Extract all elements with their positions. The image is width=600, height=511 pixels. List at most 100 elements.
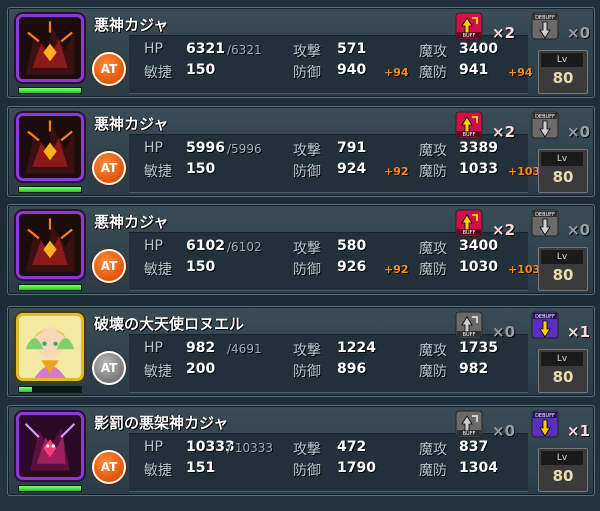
level-value: 80 [552, 69, 574, 87]
debuff-icon[interactable]: DEBUFF [531, 410, 565, 438]
svg-text:BUFF: BUFF [463, 431, 476, 437]
level-value: 80 [552, 168, 574, 186]
spd-label: 敏捷 [144, 164, 172, 180]
unit-list: 悪神カジャ AT HP 6321 /6321 敏捷 150 攻撃 571 防御 … [0, 0, 600, 511]
hp-value: 5996 [186, 140, 225, 156]
stat-panel: HP 10333 / 10333 敏捷 151 攻撃 472 防御 1790 魔… [129, 433, 528, 492]
debuff-icon[interactable]: DEBUFF [531, 111, 565, 139]
level-box: Lv 80 [538, 247, 588, 291]
buff-count: ×2 [492, 221, 516, 239]
buff-icon[interactable]: BUFF [455, 311, 489, 339]
hp-max-value: /6321 [227, 43, 262, 57]
def-bonus: +94 [384, 66, 409, 79]
def-label: 防御 [293, 164, 321, 180]
def-value: 924 [337, 161, 367, 177]
level-box: Lv 80 [538, 149, 588, 193]
def-value: 896 [337, 361, 367, 377]
level-label: Lv [541, 451, 583, 465]
dark-deity-icon[interactable] [16, 113, 84, 181]
unit-card[interactable]: 悪神カジャ AT HP 6102 /6102 敏捷 150 攻撃 580 防御 … [7, 204, 595, 295]
hp-bar-fill [19, 88, 81, 93]
unit-name: 破壊の大天使ロヌエル [94, 315, 245, 333]
mdef-label: 魔防 [419, 364, 447, 380]
spd-label: 敏捷 [144, 65, 172, 81]
buff-count: ×0 [492, 323, 516, 341]
spd-value: 150 [186, 259, 216, 275]
at-icon: AT [92, 151, 126, 185]
spd-label: 敏捷 [144, 262, 172, 278]
buff-icon[interactable]: BUFF [455, 12, 489, 40]
svg-text:BUFF: BUFF [463, 332, 476, 338]
svg-text:BUFF: BUFF [463, 132, 476, 138]
level-value: 80 [552, 467, 574, 485]
buff-icon[interactable]: BUFF [455, 410, 489, 438]
level-value: 80 [552, 368, 574, 386]
debuff-count: ×1 [567, 323, 591, 341]
unit-card[interactable]: 影罰の悪架神カジャ AT HP 10333 / 10333 敏捷 151 攻撃 … [7, 405, 595, 496]
unit-card[interactable]: 破壊の大天使ロヌエル AT HP 982 /4691 敏捷 200 攻撃 122… [7, 306, 595, 397]
def-label: 防御 [293, 463, 321, 479]
debuff-count: ×0 [567, 221, 591, 239]
debuff-count: ×1 [567, 422, 591, 440]
def-label: 防御 [293, 364, 321, 380]
buff-icon[interactable]: BUFF [455, 209, 489, 237]
matk-value: 1735 [459, 340, 498, 356]
hp-bar-fill [19, 387, 33, 392]
at-label: AT [100, 161, 118, 175]
atk-label: 攻撃 [293, 241, 321, 257]
unit-name: 悪神カジャ [94, 115, 169, 133]
atk-value: 580 [337, 238, 367, 254]
atk-label: 攻撃 [293, 442, 321, 458]
mdef-value: 1030 [459, 259, 498, 275]
svg-text:BUFF: BUFF [463, 33, 476, 39]
hp-label: HP [144, 340, 163, 356]
archangel-icon[interactable] [16, 313, 84, 381]
hp-bar [18, 186, 82, 193]
level-box: Lv 80 [538, 448, 588, 492]
buff-icon[interactable]: BUFF [455, 111, 489, 139]
atk-label: 攻撃 [293, 343, 321, 359]
mdef-label: 魔防 [419, 463, 447, 479]
mdef-value: 1304 [459, 460, 498, 476]
stat-panel: HP 982 /4691 敏捷 200 攻撃 1224 防御 896 魔攻 17… [129, 334, 528, 393]
hp-bar-fill [19, 285, 81, 290]
debuff-icon[interactable]: DEBUFF [531, 311, 565, 339]
debuff-icon[interactable]: DEBUFF [531, 209, 565, 237]
mdef-bonus: +94 [508, 66, 533, 79]
matk-value: 3400 [459, 41, 498, 57]
atk-label: 攻撃 [293, 44, 321, 60]
at-label: AT [100, 62, 118, 76]
spd-label: 敏捷 [144, 463, 172, 479]
mdef-value: 982 [459, 361, 489, 377]
atk-value: 571 [337, 41, 367, 57]
at-label: AT [100, 361, 118, 375]
dark-deity-icon[interactable] [16, 211, 84, 279]
atk-value: 472 [337, 439, 367, 455]
hp-label: HP [144, 41, 163, 57]
mdef-value: 1033 [459, 161, 498, 177]
level-label: Lv [541, 352, 583, 366]
mdef-value: 941 [459, 62, 489, 78]
spd-value: 150 [186, 62, 216, 78]
debuff-icon[interactable]: DEBUFF [531, 12, 565, 40]
shadow-deity-icon[interactable] [16, 412, 84, 480]
dark-deity-icon[interactable] [16, 14, 84, 82]
at-icon: AT [92, 450, 126, 484]
mdef-label: 魔防 [419, 164, 447, 180]
level-label: Lv [541, 152, 583, 166]
buff-count: ×0 [492, 422, 516, 440]
unit-card[interactable]: 悪神カジャ AT HP 5996 /5996 敏捷 150 攻撃 791 防御 … [7, 106, 595, 197]
def-bonus: +92 [384, 263, 409, 276]
at-label: AT [100, 259, 118, 273]
hp-bar-fill [19, 486, 81, 491]
spd-value: 151 [186, 460, 216, 476]
unit-card[interactable]: 悪神カジャ AT HP 6321 /6321 敏捷 150 攻撃 571 防御 … [7, 7, 595, 98]
matk-value: 837 [459, 439, 489, 455]
debuff-count: ×0 [567, 123, 591, 141]
def-value: 940 [337, 62, 367, 78]
level-box: Lv 80 [538, 349, 588, 393]
def-label: 防御 [293, 262, 321, 278]
svg-text:DEBUFF: DEBUFF [535, 114, 555, 120]
level-value: 80 [552, 266, 574, 284]
matk-label: 魔攻 [419, 241, 447, 257]
